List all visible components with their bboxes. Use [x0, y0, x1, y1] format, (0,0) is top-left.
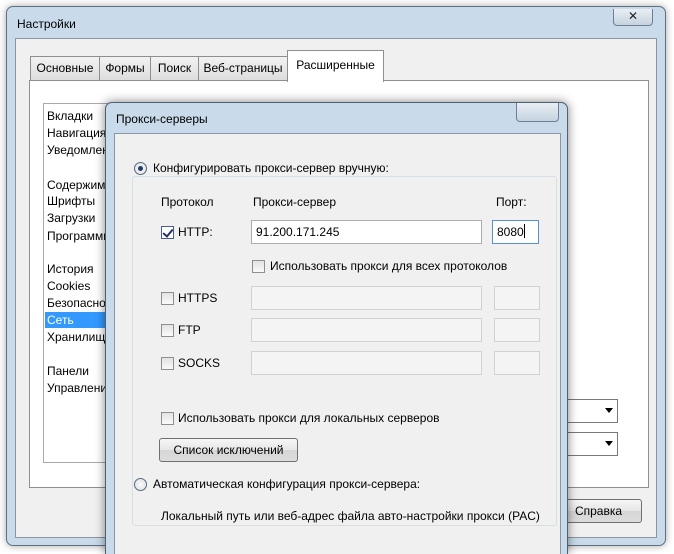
ftp-checkbox[interactable] — [161, 324, 174, 337]
local-servers-checkbox[interactable] — [161, 412, 174, 425]
settings-window-title: Настройки — [17, 17, 76, 31]
pac-label: Локальный путь или веб-адрес файла авто-… — [161, 509, 540, 523]
category-item[interactable]: Загрузки — [45, 210, 112, 226]
use-for-all-checkbox[interactable] — [252, 260, 265, 273]
ftp-port-input[interactable] — [494, 318, 540, 342]
use-for-all-label: Использовать прокси для всех протоколов — [270, 259, 508, 273]
tab-advanced[interactable]: Расширенные — [287, 50, 384, 82]
ftp-server-input[interactable] — [251, 318, 482, 342]
tab-basic[interactable]: Основные — [30, 56, 100, 81]
category-item[interactable]: Содержимое — [45, 177, 112, 193]
http-server-value: 91.200.171.245 — [256, 225, 340, 239]
category-item[interactable]: История — [45, 261, 112, 277]
https-label: HTTPS — [178, 291, 218, 305]
category-item[interactable]: Управление — [45, 380, 112, 396]
category-item[interactable]: Хранилище — [45, 329, 112, 345]
column-proxy-server: Прокси-сервер — [253, 195, 336, 209]
dropdown-1[interactable] — [560, 399, 618, 423]
settings-close-button[interactable]: ✕ — [613, 9, 653, 26]
tab-forms[interactable]: Формы — [99, 56, 151, 81]
chevron-down-icon — [605, 408, 613, 413]
proxy-dialog-title: Прокси-серверы — [116, 112, 208, 126]
exceptions-list-button[interactable]: Список исключений — [159, 438, 298, 462]
auto-config-radio[interactable] — [134, 478, 147, 491]
https-port-input[interactable] — [494, 286, 540, 310]
category-item-network[interactable]: Сеть — [45, 312, 112, 328]
category-item[interactable]: Навигация — [45, 125, 112, 141]
https-checkbox[interactable] — [161, 292, 174, 305]
category-item[interactable]: Безопасность — [45, 295, 112, 311]
chevron-down-icon — [605, 441, 613, 446]
socks-label: SOCKS — [178, 356, 221, 370]
proxy-dialog-client: Конфигурировать прокси-сервер вручную: П… — [114, 133, 561, 554]
dropdown-2[interactable] — [560, 432, 618, 456]
http-label: HTTP: — [178, 225, 213, 239]
https-server-input[interactable] — [251, 286, 482, 310]
socks-server-input[interactable] — [251, 351, 482, 375]
category-list[interactable]: Вкладки Навигация Уведомления Содержимое… — [43, 103, 113, 463]
category-item[interactable]: Cookies — [45, 278, 112, 294]
category-item[interactable]: Панели — [45, 363, 112, 379]
socks-checkbox[interactable] — [161, 357, 174, 370]
category-item[interactable]: Уведомления — [45, 142, 112, 158]
proxy-dialog: Прокси-серверы Конфигурировать прокси-се… — [105, 102, 568, 554]
ftp-label: FTP — [178, 323, 201, 337]
socks-port-input[interactable] — [494, 351, 540, 375]
tab-webpages[interactable]: Веб-страницы — [198, 56, 288, 81]
manual-proxy-radio[interactable] — [134, 162, 147, 175]
proxy-dialog-close-button[interactable] — [516, 103, 559, 122]
text-caret — [523, 224, 525, 238]
column-protocol: Протокол — [161, 195, 214, 209]
tab-search[interactable]: Поиск — [150, 56, 199, 81]
help-button[interactable]: Справка — [555, 499, 642, 523]
http-port-value: 8080 — [497, 225, 524, 239]
auto-config-label: Автоматическая конфигурация прокси-серве… — [153, 477, 421, 491]
http-port-input[interactable]: 8080 — [492, 220, 539, 244]
http-checkbox[interactable] — [161, 226, 174, 239]
category-item[interactable]: Шрифты — [45, 193, 112, 209]
column-port: Порт: — [496, 195, 527, 209]
category-item[interactable]: Программы — [45, 228, 112, 244]
http-server-input[interactable]: 91.200.171.245 — [251, 220, 482, 244]
manual-proxy-label: Конфигурировать прокси-сервер вручную: — [153, 161, 389, 175]
close-icon: ✕ — [627, 9, 639, 23]
local-servers-label: Использовать прокси для локальных сервер… — [178, 411, 440, 425]
category-item[interactable]: Вкладки — [45, 108, 112, 124]
